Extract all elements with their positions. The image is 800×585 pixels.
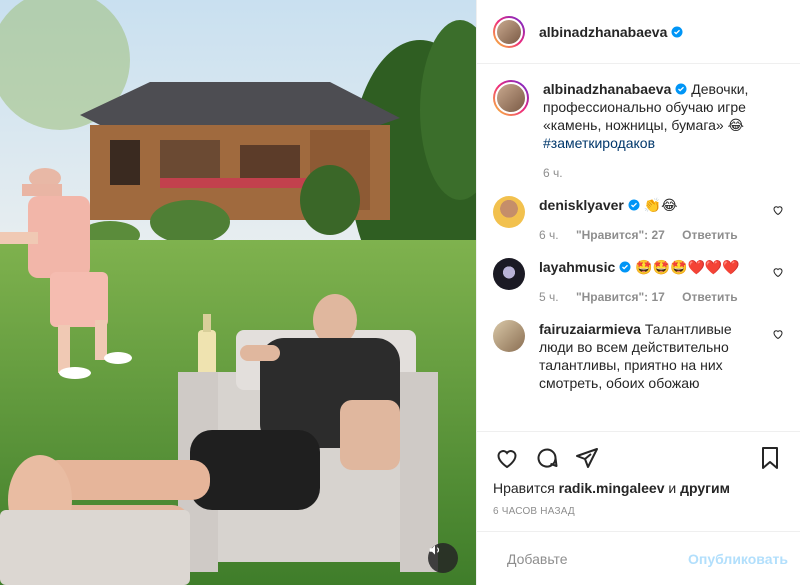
comment-like-count[interactable]: "Нравится": 27 <box>576 228 665 242</box>
reply-button[interactable]: Ответить <box>682 228 737 242</box>
share-button[interactable] <box>573 444 601 472</box>
verified-badge-icon <box>675 83 687 95</box>
verified-badge-icon <box>619 261 631 273</box>
likes-conjunction: и <box>668 480 677 496</box>
reply-button[interactable]: Ответить <box>682 290 737 304</box>
author-avatar[interactable] <box>493 15 525 48</box>
like-comment-heart-icon[interactable] <box>772 328 784 340</box>
comment-text: 👏😂 <box>643 197 678 213</box>
post-caption: albinadzhanabaeva Девочки, профессиональ… <box>493 80 784 182</box>
like-button[interactable] <box>493 444 521 472</box>
paper-plane-icon <box>576 448 598 468</box>
comment-like-count[interactable]: "Нравится": 17 <box>576 290 665 304</box>
comment-time[interactable]: 5 ч. <box>539 290 559 304</box>
post-media[interactable] <box>0 0 476 585</box>
commenter-username[interactable]: denisklyaver <box>539 197 624 213</box>
author-username[interactable]: albinadzhanabaeva <box>539 24 667 40</box>
save-button[interactable] <box>756 444 784 472</box>
bookmark-icon <box>762 447 778 469</box>
heart-icon <box>497 450 517 469</box>
verified-badge-icon <box>671 26 683 37</box>
post-timestamp[interactable]: 6 часов назад <box>493 506 784 517</box>
comment-bubble-icon <box>537 448 558 468</box>
speaker-icon <box>429 545 440 555</box>
likes-prefix: Нравится <box>493 480 555 496</box>
comment-item: layahmusic 🤩🤩🤩❤️❤️❤️ 5 ч. "Нравится": 17… <box>493 258 784 306</box>
comment-text: 🤩🤩🤩❤️❤️❤️ <box>635 259 740 275</box>
like-comment-heart-icon[interactable] <box>772 266 784 278</box>
caption-avatar[interactable] <box>493 80 529 116</box>
caption-username[interactable]: albinadzhanabaeva <box>543 81 671 97</box>
comment-time[interactable]: 6 ч. <box>539 228 559 242</box>
comment-button[interactable] <box>533 444 561 472</box>
post-header: albinadzhanabaeva <box>477 0 800 64</box>
comment-input[interactable] <box>507 550 688 567</box>
like-comment-heart-icon[interactable] <box>772 204 784 216</box>
add-comment-bar: Опубликовать <box>477 531 800 585</box>
post-video-frame <box>0 0 476 585</box>
publish-button[interactable]: Опубликовать <box>688 551 788 567</box>
likes-others-link[interactable]: другим <box>680 480 730 496</box>
commenter-username[interactable]: fairuzaiarmieva <box>539 321 641 337</box>
sound-toggle-button[interactable] <box>428 543 458 573</box>
commenter-avatar[interactable] <box>493 196 525 228</box>
commenter-username[interactable]: layahmusic <box>539 259 615 275</box>
commenter-avatar[interactable] <box>493 258 525 290</box>
comment-item: fairuzaiarmieva Талантливые люди во всем… <box>493 320 784 392</box>
likes-summary: Нравится radik.mingaleev и другим <box>493 480 784 496</box>
post-side-panel: albinadzhanabaeva albinadzhanabaeva Дево… <box>476 0 800 585</box>
comment-item: denisklyaver 👏😂 6 ч. "Нравится": 27 Отве… <box>493 196 784 244</box>
caption-time[interactable]: 6 ч. <box>543 166 563 180</box>
post-actions: Нравится radik.mingaleev и другим 6 часо… <box>477 431 800 531</box>
comments-list[interactable]: albinadzhanabaeva Девочки, профессиональ… <box>477 64 800 431</box>
commenter-avatar[interactable] <box>493 320 525 352</box>
verified-badge-icon <box>628 199 640 211</box>
liker-username[interactable]: radik.mingaleev <box>559 480 665 496</box>
caption-hashtag-link[interactable]: #заметкиродаков <box>543 135 655 151</box>
